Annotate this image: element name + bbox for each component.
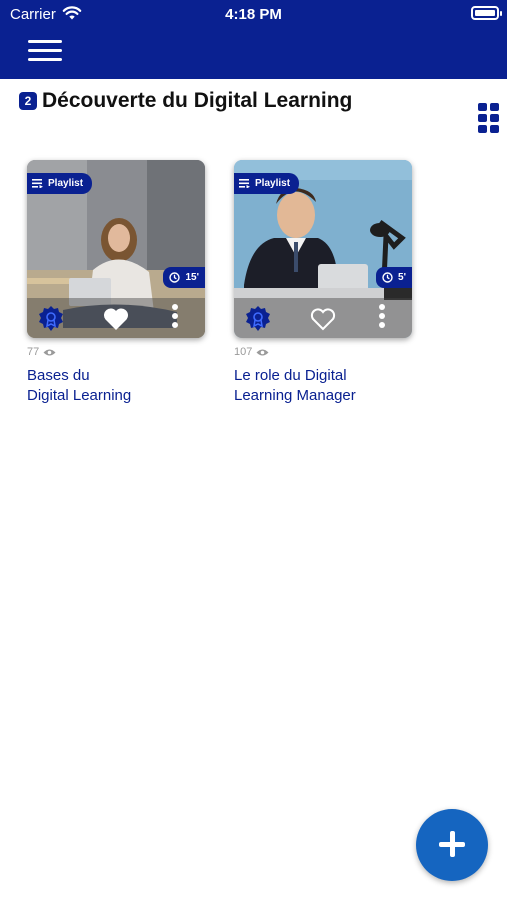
card-action-bar bbox=[27, 298, 205, 338]
view-count-value: 107 bbox=[234, 346, 253, 358]
more-vertical-icon[interactable] bbox=[377, 304, 387, 332]
heart-outline-icon[interactable] bbox=[309, 306, 337, 332]
playlist-badge: Playlist bbox=[27, 173, 93, 194]
eye-icon bbox=[43, 348, 56, 357]
content-card[interactable]: Playlist 5' 107 Le role du Digital Learn… bbox=[234, 160, 412, 406]
playlist-badge-label: Playlist bbox=[255, 178, 291, 189]
card-thumbnail[interactable]: Playlist 15' bbox=[27, 160, 205, 338]
playlist-badge: Playlist bbox=[234, 173, 300, 194]
hamburger-menu-icon[interactable] bbox=[28, 40, 62, 64]
clock-time: 4:18 PM bbox=[225, 6, 282, 23]
grid-view-icon[interactable] bbox=[478, 103, 500, 133]
playlist-icon bbox=[32, 179, 43, 188]
award-icon bbox=[39, 306, 63, 331]
more-vertical-icon[interactable] bbox=[170, 304, 180, 332]
duration-badge: 15' bbox=[163, 267, 205, 288]
duration-badge: 5' bbox=[376, 267, 412, 288]
card-title-line1: Bases du bbox=[27, 367, 90, 384]
battery-icon bbox=[471, 6, 502, 20]
clock-icon bbox=[382, 272, 393, 283]
card-title-line2: Learning Manager bbox=[234, 387, 356, 404]
duration-label: 15' bbox=[185, 272, 199, 283]
duration-label: 5' bbox=[398, 272, 406, 283]
section-header: 2 Découverte du Digital Learning bbox=[19, 88, 352, 114]
eye-icon bbox=[256, 348, 269, 357]
app-bar: Carrier 4:18 PM bbox=[0, 0, 507, 79]
card-title[interactable]: Le role du Digital Learning Manager bbox=[234, 366, 412, 406]
view-count: 77 bbox=[27, 346, 205, 358]
add-button[interactable] bbox=[416, 809, 488, 881]
section-title: Découverte du Digital Learning bbox=[42, 89, 353, 112]
view-count-value: 77 bbox=[27, 346, 40, 358]
card-thumbnail[interactable]: Playlist 5' bbox=[234, 160, 412, 338]
playlist-badge-label: Playlist bbox=[48, 178, 84, 189]
card-title-line2: Digital Learning bbox=[27, 387, 132, 404]
playlist-icon bbox=[239, 179, 250, 188]
view-count: 107 bbox=[234, 346, 412, 358]
card-title-line1: Le role du Digital bbox=[234, 367, 347, 384]
heart-filled-icon[interactable] bbox=[102, 306, 130, 332]
card-title[interactable]: Bases du Digital Learning bbox=[27, 366, 205, 406]
card-action-bar bbox=[234, 298, 412, 338]
clock-icon bbox=[169, 272, 181, 283]
award-icon bbox=[246, 306, 270, 331]
status-bar: Carrier 4:18 PM bbox=[0, 0, 507, 30]
content-card[interactable]: Playlist 15' 77 Bases du Digital Learnin… bbox=[27, 160, 205, 406]
section-count-badge: 2 bbox=[19, 92, 37, 110]
